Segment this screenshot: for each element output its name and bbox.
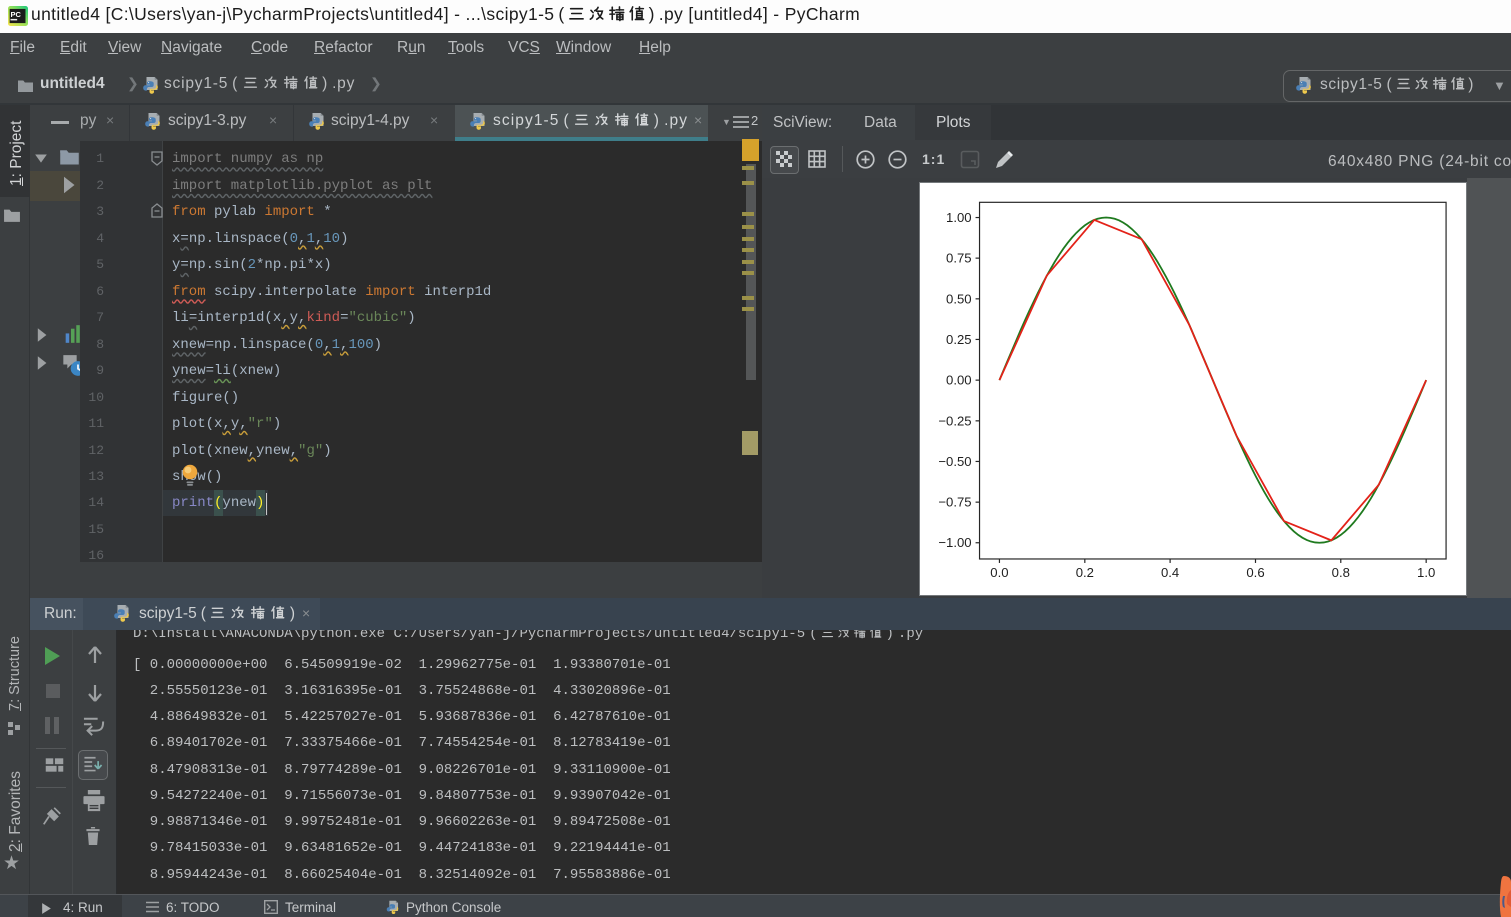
svg-text:1.0: 1.0 <box>1417 565 1435 580</box>
svg-text:0.00: 0.00 <box>946 373 972 388</box>
svg-text:PC: PC <box>11 10 22 19</box>
svg-text:0.0: 0.0 <box>990 565 1008 580</box>
svg-text:0.2: 0.2 <box>1076 565 1094 580</box>
svg-text:−0.25: −0.25 <box>938 413 971 428</box>
svg-text:0.25: 0.25 <box>946 332 972 347</box>
svg-text:−1.00: −1.00 <box>938 535 971 550</box>
svg-text:0.75: 0.75 <box>946 251 972 266</box>
svg-text:1.00: 1.00 <box>946 210 972 225</box>
svg-text:0.8: 0.8 <box>1332 565 1350 580</box>
svg-text:0.50: 0.50 <box>946 291 972 306</box>
svg-text:−0.75: −0.75 <box>938 495 971 510</box>
svg-text:0.4: 0.4 <box>1161 565 1179 580</box>
svg-text:0.6: 0.6 <box>1246 565 1264 580</box>
svg-text:−0.50: −0.50 <box>938 454 971 469</box>
